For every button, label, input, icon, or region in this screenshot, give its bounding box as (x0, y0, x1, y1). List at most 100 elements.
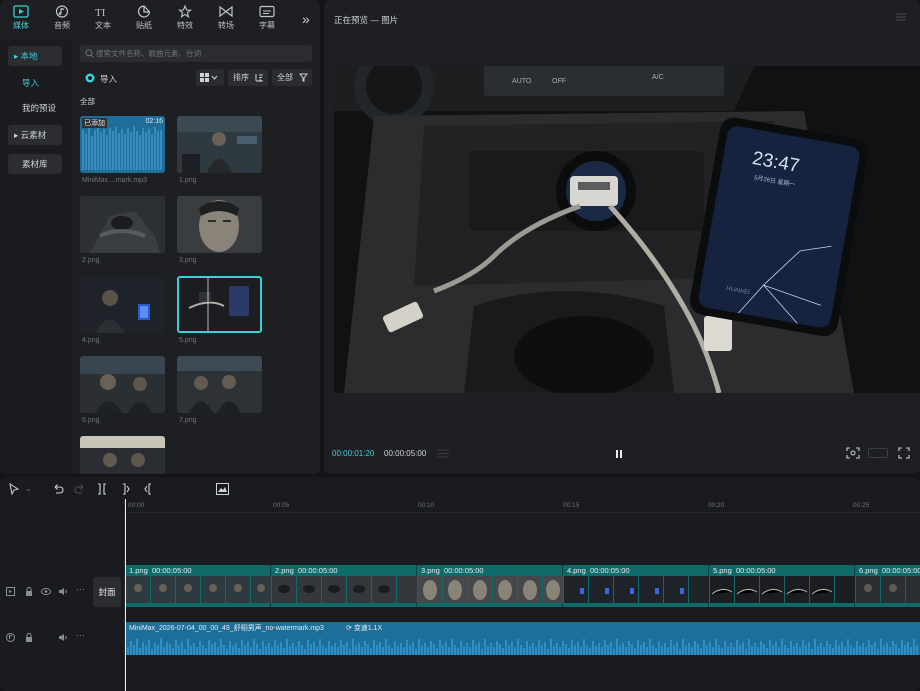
media-item-6[interactable] (80, 356, 165, 413)
media-item-1[interactable] (177, 116, 262, 173)
trim-left-button[interactable] (120, 483, 132, 495)
ruler-label: 00:00 (128, 502, 145, 509)
select-tool[interactable] (8, 483, 20, 495)
redo-button[interactable] (74, 483, 86, 495)
aspect-ratio-button[interactable] (868, 448, 888, 458)
car-button-ac: A/C (652, 74, 664, 81)
media-item-5-selected[interactable] (177, 276, 262, 333)
preview-canvas[interactable]: AUTO OFF A/C 23:47 5月26日 星期一 HUAWEI (334, 66, 920, 393)
clip-label: 5.png 00:00:05:00 (710, 565, 776, 576)
pause-button[interactable] (614, 448, 624, 459)
video-clip[interactable]: 6.png 00:00:05:00 (856, 565, 920, 607)
media-item-4[interactable] (80, 276, 165, 333)
trim-right-button[interactable] (142, 483, 154, 495)
select-dropdown-icon[interactable]: ⌄ (25, 484, 32, 493)
media-item-7[interactable] (177, 356, 262, 413)
image-capture-icon (216, 483, 229, 495)
image-thumbnail (80, 356, 165, 413)
tab-transition[interactable]: 转场 (209, 5, 243, 35)
clip-filmstrip (710, 576, 855, 603)
audio-waveform (127, 638, 918, 655)
tab-subtitle[interactable]: 字幕 (250, 5, 284, 35)
image-thumbnail (80, 276, 165, 333)
more-icon[interactable]: ··· (76, 630, 85, 640)
sidebar-item-cloud[interactable]: ▸ 云素材 (8, 125, 62, 145)
filter-button[interactable]: 全部 (272, 69, 312, 86)
media-item-2[interactable] (80, 196, 165, 253)
expand-tabs-icon[interactable]: » (302, 11, 310, 27)
added-badge: 已添加 (82, 118, 107, 128)
clip-duration: 00:00:05:00 (589, 566, 630, 575)
timecode-options[interactable] (437, 449, 449, 458)
tab-sticker[interactable]: 贴纸 (127, 5, 161, 35)
media-item-audio[interactable]: 已添加 02:16 (80, 116, 165, 173)
media-item-3[interactable] (177, 196, 262, 253)
video-clip[interactable]: 5.png 00:00:05:00 (710, 565, 855, 607)
ruler-label: 00:25 (853, 502, 870, 509)
tab-label: 转场 (218, 21, 234, 30)
sticker-icon (137, 5, 151, 18)
volume-icon[interactable] (58, 633, 68, 642)
grid-view-icon (200, 73, 218, 82)
sidebar-item-local[interactable]: ▸ 本地 (8, 46, 62, 66)
clip-label: 6.png 00:00:05:00 (856, 565, 920, 576)
more-icon[interactable]: ··· (76, 584, 85, 594)
tab-text[interactable]: TI 文本 (86, 5, 120, 35)
redo-icon (74, 484, 84, 494)
tab-audio[interactable]: 音频 (45, 5, 79, 35)
clip-filmstrip (126, 576, 271, 603)
sort-button[interactable]: 排序 (228, 69, 268, 86)
video-clip[interactable]: 2.png 00:00:05:00 (272, 565, 417, 607)
eye-icon[interactable] (41, 587, 51, 596)
video-clip[interactable]: 4.png 00:00:05:00 (564, 565, 709, 607)
split-button[interactable] (96, 483, 108, 495)
clip-name: 2.png (275, 566, 294, 575)
search-input[interactable]: 搜索文件名称、歌曲元素、台词 (80, 45, 312, 62)
hamburger-icon (896, 13, 906, 21)
tab-label: 音频 (54, 21, 70, 30)
undo-button[interactable] (52, 483, 64, 495)
view-mode-button[interactable] (196, 69, 224, 86)
sidebar-item-label: 云素材 (20, 130, 47, 140)
clip-label: 1.png 00:00:05:00 (126, 565, 192, 576)
lock-icon[interactable] (25, 587, 33, 596)
cover-button[interactable]: 封面 (93, 577, 121, 607)
sidebar-item-label: 导入 (22, 78, 40, 88)
effects-icon (178, 5, 192, 18)
fullscreen-button[interactable] (898, 447, 910, 459)
screenshot-button[interactable] (216, 483, 229, 495)
section-label: 全部 (80, 97, 95, 106)
timeline-ruler[interactable] (125, 499, 920, 513)
fullscreen-crop-button[interactable] (846, 447, 860, 459)
crop-icon (846, 447, 860, 459)
media-item-name: 2.png (82, 257, 100, 264)
filter-label: 全部 (277, 73, 293, 82)
preview-menu-icon[interactable] (896, 13, 906, 21)
image-thumbnail (80, 436, 165, 474)
pause-icon (616, 450, 622, 458)
svg-text:TI: TI (95, 7, 106, 18)
sort-icon (255, 74, 263, 82)
tab-media[interactable]: 媒体 (4, 5, 38, 35)
cursor-icon (9, 483, 20, 495)
lock-icon[interactable] (25, 633, 33, 642)
trim-right-icon (144, 483, 151, 495)
tab-effects[interactable]: 特效 (168, 5, 202, 35)
video-clip[interactable]: 1.png 00:00:05:00 (126, 565, 271, 607)
sidebar-item-import[interactable]: 导入 (8, 73, 62, 93)
import-icon (85, 73, 95, 83)
filter-icon (299, 73, 308, 82)
clip-filmstrip (564, 576, 709, 603)
video-clip-row: 1.png 00:00:05:00 2.png 00:00:05:00 3.pn… (126, 565, 920, 607)
sidebar-item-library[interactable]: 素材库 (8, 154, 62, 174)
split-icon (98, 483, 106, 495)
media-item-8[interactable] (80, 436, 165, 474)
ruler-label: 00:20 (708, 502, 725, 509)
video-clip[interactable]: 3.png 00:00:05:00 (418, 565, 563, 607)
import-button[interactable]: 导入 (85, 71, 207, 85)
tab-label: 字幕 (259, 21, 275, 30)
audio-track-clip[interactable]: MiniMax_2026-07-04_00_00_49_舒栩男声_no-wate… (126, 622, 920, 655)
volume-icon[interactable] (58, 587, 68, 596)
sidebar-item-my-presets[interactable]: 我的预设 (8, 98, 62, 118)
clip-duration: 00:00:05:00 (443, 566, 484, 575)
